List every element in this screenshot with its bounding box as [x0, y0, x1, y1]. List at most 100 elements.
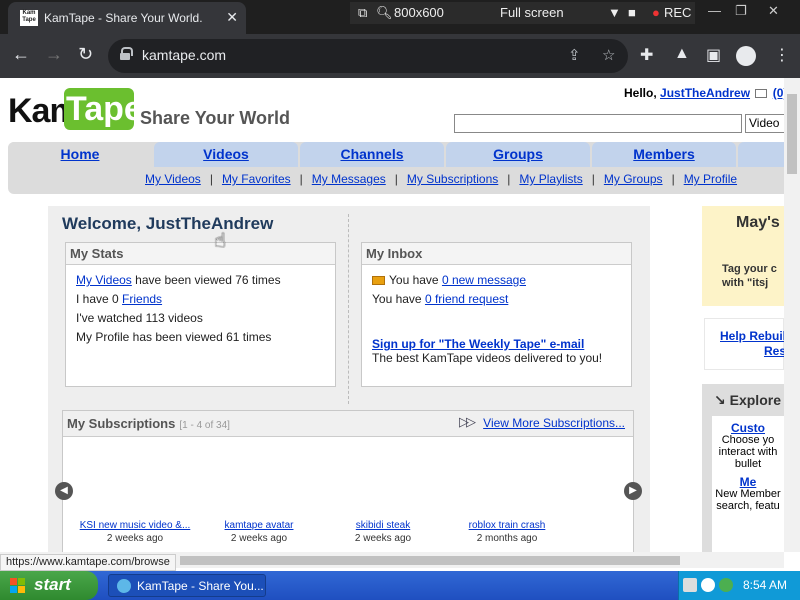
bookmark-star-icon[interactable]: ☆: [602, 46, 615, 64]
close-window-icon[interactable]: ✕: [768, 3, 779, 19]
view-more-subscriptions-link[interactable]: View More Subscriptions...: [483, 416, 625, 430]
tab-groups[interactable]: Groups: [446, 142, 590, 167]
tab-members[interactable]: Members: [592, 142, 736, 167]
video-title-link[interactable]: KSI new music video &...: [70, 519, 200, 532]
friends-link[interactable]: Friends: [122, 292, 162, 306]
subnav-my-subscriptions[interactable]: My Subscriptions: [407, 172, 498, 186]
new-message-link[interactable]: 0 new message: [442, 273, 526, 287]
reload-icon[interactable]: ↻: [78, 44, 93, 65]
sidepanel-icon[interactable]: ▣: [706, 45, 721, 65]
stat-profile: My Profile has been viewed 61 times: [76, 330, 272, 344]
extensions-icon[interactable]: ✚: [640, 45, 653, 65]
subnav-my-profile[interactable]: My Profile: [684, 172, 737, 186]
vertical-scrollbar[interactable]: [784, 78, 800, 552]
video-age: 2 weeks ago: [354, 533, 412, 544]
minimize-icon[interactable]: —: [708, 3, 721, 18]
my-videos-link[interactable]: My Videos: [76, 273, 132, 287]
separator: |: [671, 172, 675, 186]
subscription-video[interactable]: roblox train crash 2 months ago: [442, 519, 572, 545]
rec-label[interactable]: REC: [664, 5, 691, 20]
tab-videos[interactable]: Videos: [154, 142, 298, 167]
start-button[interactable]: start: [0, 571, 98, 600]
search-input[interactable]: [454, 114, 742, 133]
tab-members-label: Members: [633, 146, 695, 162]
kamtape-page: Kam Tape Share Your World Hello, JustThe…: [0, 78, 784, 552]
separator: |: [394, 172, 398, 186]
separator: |: [299, 172, 303, 186]
video-title-link[interactable]: roblox train crash: [442, 519, 572, 532]
subscription-video[interactable]: kamtape avatar 2 weeks ago: [194, 519, 324, 545]
screen-recorder-bar: ⧉ 🔍︎ 800x600 Full screen ▼ ■ ● REC: [350, 2, 695, 24]
resolution-label[interactable]: 800x600: [394, 5, 444, 20]
stat-friends: I have 0 Friends: [76, 290, 325, 309]
kamtape-favicon-icon: Kam Tape: [20, 10, 38, 26]
camera-icon[interactable]: ■: [628, 5, 636, 20]
lock-icon[interactable]: [120, 47, 133, 60]
chrome-icon[interactable]: [719, 578, 733, 592]
main-nav: Home Videos Channels Groups Members My V…: [8, 142, 784, 194]
tab-channels[interactable]: Channels: [300, 142, 444, 167]
promo-text: Tag your c with "itsj: [722, 262, 777, 290]
back-icon[interactable]: ←: [12, 44, 30, 65]
scroll-thumb[interactable]: [787, 94, 797, 174]
subnav-my-playlists[interactable]: My Playlists: [519, 172, 582, 186]
share-icon[interactable]: ⇪: [568, 46, 581, 64]
subnav-my-messages[interactable]: My Messages: [312, 172, 386, 186]
tab-more[interactable]: [738, 142, 784, 167]
chevron-left-icon[interactable]: [701, 578, 715, 592]
video-title-link[interactable]: kamtape avatar: [194, 519, 324, 532]
promo-box: May's Pr Tag your c with "itsj: [702, 206, 784, 306]
url-text[interactable]: kamtape.com: [142, 47, 226, 63]
friend-request-link[interactable]: 0 friend request: [425, 292, 508, 306]
my-inbox-title: My Inbox: [362, 243, 631, 265]
profile-avatar-icon[interactable]: [736, 46, 756, 66]
next-arrow-icon[interactable]: ▶: [624, 482, 642, 500]
lab-flask-icon[interactable]: ▲: [674, 45, 690, 63]
address-bar[interactable]: kamtape.com ⇪ ☆: [108, 39, 628, 73]
subnav-my-videos[interactable]: My Videos: [145, 172, 201, 186]
explore-custom-link[interactable]: Custo: [712, 422, 784, 434]
mouse-hand-cursor: ☝: [214, 230, 227, 252]
explore-members-link[interactable]: Me: [712, 476, 784, 488]
window-icon[interactable]: ⧉: [358, 5, 367, 21]
tab-home[interactable]: Home: [8, 142, 152, 167]
help-link-line: Help Rebuil: [720, 329, 784, 343]
subscription-video[interactable]: KSI new music video &... 2 weeks ago: [70, 519, 200, 545]
video-age: 2 months ago: [476, 533, 538, 544]
subscription-video[interactable]: skibidi steak 2 weeks ago: [318, 519, 448, 545]
prev-arrow-icon[interactable]: ◀: [55, 482, 73, 500]
weekly-tape-signup-link[interactable]: Sign up for "The Weekly Tape" e-mail: [372, 337, 584, 351]
inbox-friends: You have 0 friend request: [372, 290, 621, 309]
chevron-down-icon[interactable]: ▼: [608, 5, 621, 20]
help-rebuild-link[interactable]: Help Rebuil Res: [720, 329, 784, 359]
system-tray: 8:54 AM: [678, 571, 800, 600]
mail-icon[interactable]: [755, 89, 768, 99]
browser-titlebar: Kam Tape KamTape - Share Your World. ✕ ⧉…: [0, 0, 800, 34]
taskbar-kamtape-window[interactable]: KamTape - Share You...: [108, 574, 266, 597]
menu-kebab-icon[interactable]: ⋮: [774, 45, 790, 65]
my-subscriptions-panel: My Subscriptions [1 - 4 of 34] ▷▷ View Mo…: [62, 410, 634, 552]
username-link[interactable]: JustTheAndrew: [660, 86, 750, 100]
forward-icon[interactable]: →: [45, 44, 63, 65]
mail-count-link[interactable]: (0): [773, 86, 784, 100]
search-icon[interactable]: 🔍︎: [376, 5, 393, 21]
search-type-select[interactable]: Video: [745, 114, 784, 133]
user-greeting: Hello, JustTheAndrew (0): [624, 86, 784, 100]
subnav-my-groups[interactable]: My Groups: [604, 172, 663, 186]
video-title-link[interactable]: skibidi steak: [318, 519, 448, 532]
record-dot-icon: ●: [652, 5, 660, 20]
separator: |: [591, 172, 595, 186]
fast-forward-icon[interactable]: ▷▷: [459, 414, 476, 430]
restore-icon[interactable]: ❐: [735, 3, 747, 19]
scroll-thumb[interactable]: [180, 556, 680, 565]
welcome-heading: Welcome, JustTheAndrew: [62, 214, 274, 233]
subnav-my-favorites[interactable]: My Favorites: [222, 172, 291, 186]
browser-tab[interactable]: Kam Tape KamTape - Share Your World. ✕: [8, 2, 246, 34]
hello-label: Hello,: [624, 86, 657, 100]
my-stats-title: My Stats: [66, 243, 335, 265]
tagline: Share Your World: [140, 108, 291, 128]
fullscreen-label[interactable]: Full screen: [500, 5, 564, 20]
keyboard-icon[interactable]: [683, 578, 697, 592]
column-divider: [348, 214, 349, 404]
close-tab-icon[interactable]: ✕: [226, 9, 238, 26]
